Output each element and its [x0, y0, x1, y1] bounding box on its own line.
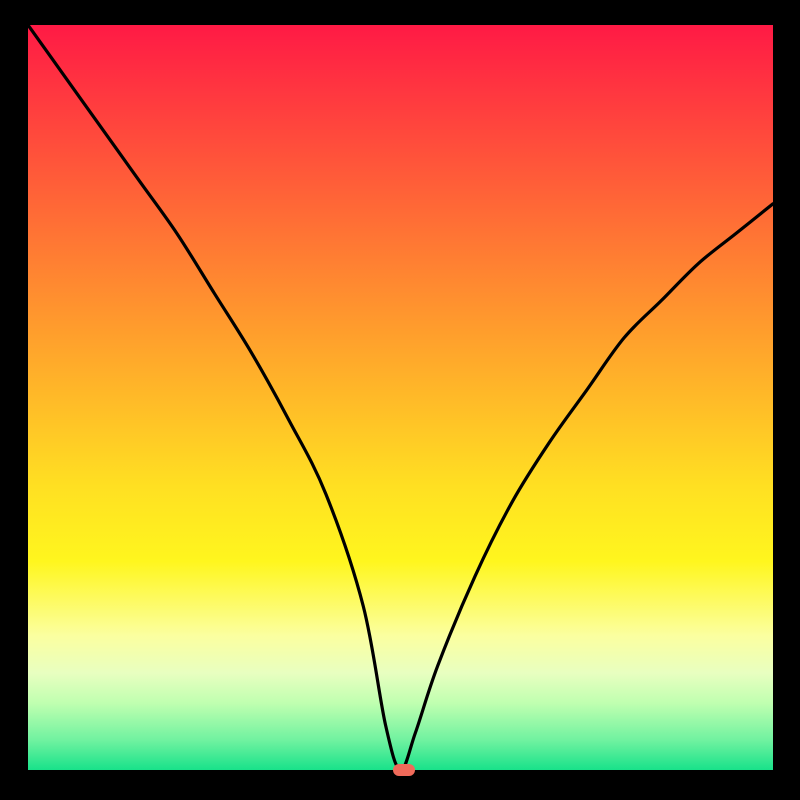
bottleneck-curve [28, 25, 773, 770]
plot-area [28, 25, 773, 770]
chart-frame: TheBottleneck.com [0, 25, 800, 800]
minimum-marker [393, 764, 415, 776]
